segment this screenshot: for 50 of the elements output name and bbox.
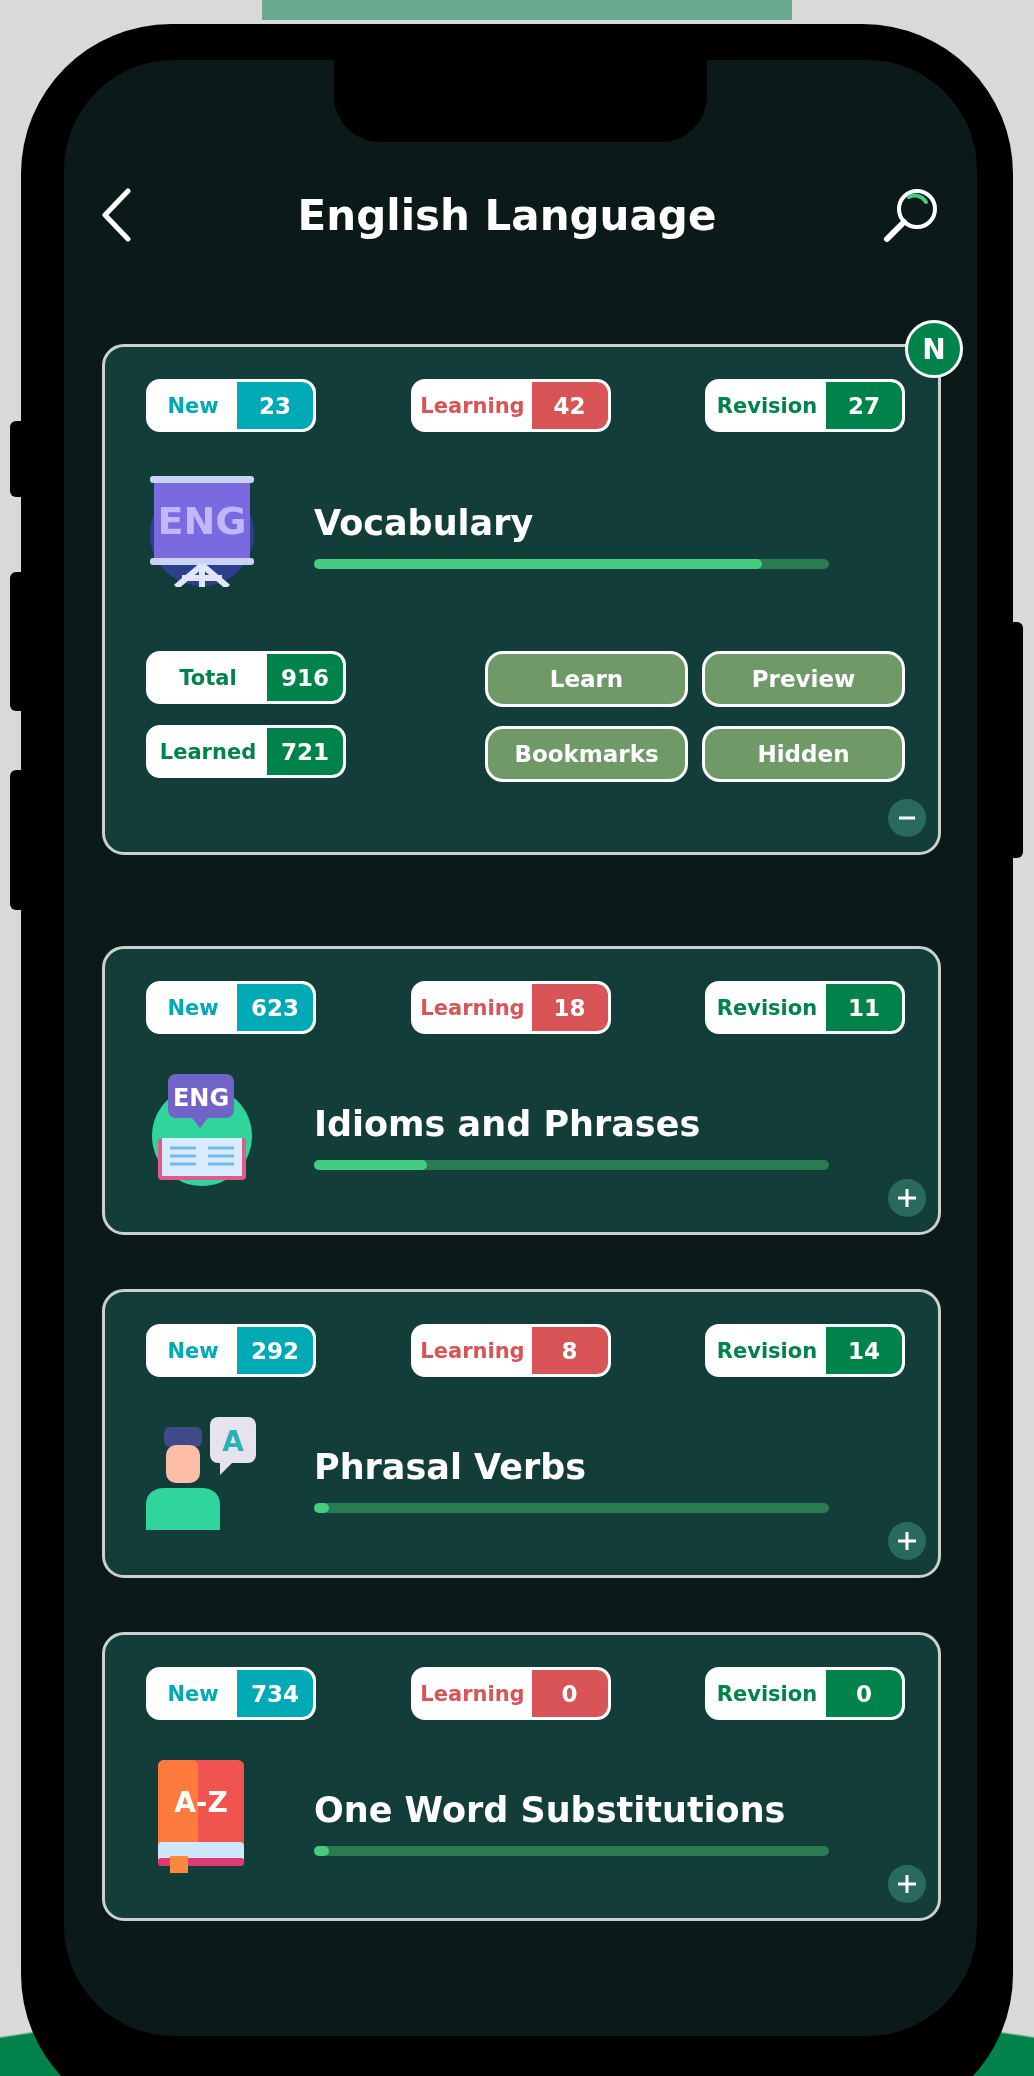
badge-count: 23 <box>237 382 313 429</box>
topic-title: Idioms and Phrases <box>314 1103 702 1144</box>
badge-label: New <box>166 1337 220 1365</box>
badge-count: 42 <box>531 382 608 429</box>
badge-count: 18 <box>531 984 608 1031</box>
back-button[interactable] <box>100 188 132 242</box>
action-button[interactable]: Bookmarks <box>485 726 688 782</box>
badge-count: 11 <box>826 984 902 1031</box>
badge-label: Learning <box>419 392 526 420</box>
badge-count: 8 <box>531 1327 608 1374</box>
badge-count: 0 <box>531 1670 608 1717</box>
badge-label: Learning <box>419 1337 526 1365</box>
badge-label: Learning <box>419 1680 526 1708</box>
collapse-button[interactable] <box>888 799 926 837</box>
badge-label: New <box>166 392 220 420</box>
action-button[interactable]: Hidden <box>702 726 905 782</box>
new-marker: N <box>905 320 963 378</box>
plus-icon <box>897 1874 917 1894</box>
expand-button[interactable] <box>888 1522 926 1560</box>
expand-button[interactable] <box>888 1179 926 1217</box>
stat-value: 916 <box>267 654 343 701</box>
topic-title: Vocabulary <box>314 502 535 543</box>
plus-icon <box>897 1188 917 1208</box>
badge-label: Revision <box>715 1680 819 1708</box>
badge-count: 623 <box>237 984 313 1031</box>
plus-icon <box>897 1531 917 1551</box>
minus-icon <box>898 816 916 820</box>
badge-label: Revision <box>715 1337 819 1365</box>
badge-label: Revision <box>715 994 819 1022</box>
stat-label: Learned <box>158 738 258 766</box>
search-icon <box>882 186 940 244</box>
badge-count: 734 <box>237 1670 313 1717</box>
stat-label: Total <box>178 664 238 692</box>
topic-title: One Word Substitutions <box>314 1789 787 1830</box>
action-button[interactable]: Preview <box>702 651 905 707</box>
badge-count: 14 <box>826 1327 902 1374</box>
badge-label: Revision <box>715 392 819 420</box>
badge-count: 292 <box>237 1327 313 1374</box>
badge-count: 0 <box>826 1670 902 1717</box>
page-title: English Language <box>297 190 717 240</box>
badge-label: Learning <box>419 994 526 1022</box>
chevron-left-icon <box>100 188 132 242</box>
expand-button[interactable] <box>888 1865 926 1903</box>
badge-count: 27 <box>826 382 902 429</box>
search-button[interactable] <box>882 186 940 244</box>
badge-label: New <box>166 1680 220 1708</box>
action-button[interactable]: Learn <box>485 651 688 707</box>
badge-label: New <box>166 994 220 1022</box>
stat-value: 721 <box>267 728 343 775</box>
topic-title: Phrasal Verbs <box>314 1446 588 1487</box>
